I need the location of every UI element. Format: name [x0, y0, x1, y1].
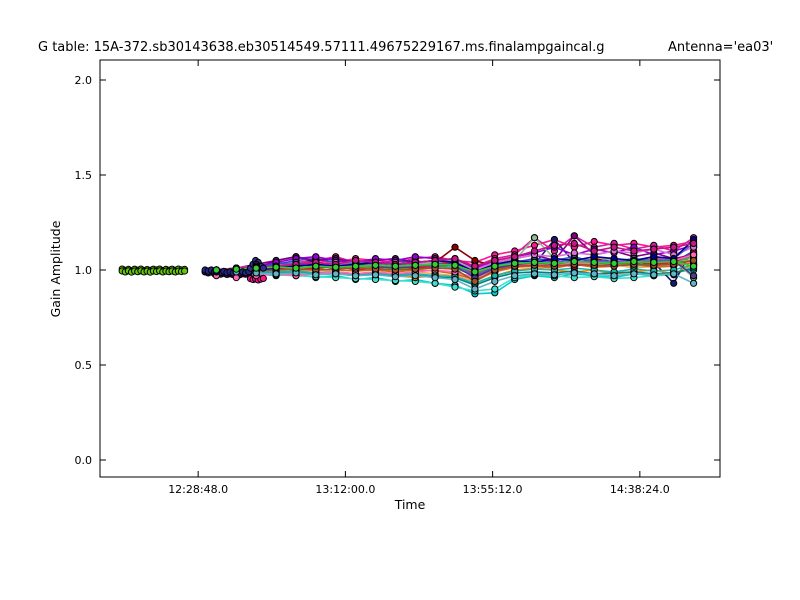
x-tick-label: 13:55:12.0: [463, 483, 523, 496]
data-point-marker: [259, 274, 267, 282]
data-point-marker: [630, 247, 638, 255]
data-point-marker: [451, 283, 459, 291]
data-point-marker: [650, 258, 658, 266]
data-point-marker: [252, 264, 260, 272]
data-point-marker: [312, 271, 320, 279]
data-point-marker: [670, 243, 678, 251]
data-point-marker: [670, 257, 678, 266]
data-point-marker: [411, 261, 419, 269]
data-point-marker: [550, 241, 559, 249]
data-point-marker: [431, 274, 439, 282]
data-point-marker: [670, 279, 678, 287]
data-point-marker: [630, 257, 638, 266]
x-axis-label: Time: [394, 497, 426, 512]
data-point-marker: [570, 257, 578, 266]
data-point-marker: [471, 285, 479, 293]
data-point-marker: [259, 264, 267, 272]
data-point-marker: [590, 258, 598, 266]
data-point-marker: [312, 262, 320, 270]
data-point-marker: [690, 262, 698, 270]
data-point-marker: [181, 267, 189, 275]
data-point-marker: [471, 268, 479, 276]
data-point-marker: [530, 234, 539, 242]
y-tick-label: 1.0: [75, 264, 93, 277]
data-point-marker: [352, 272, 360, 280]
x-tick-label: 13:12:00.0: [315, 483, 375, 496]
series-markers-green-dense-2: [118, 267, 189, 276]
data-point-marker: [511, 259, 519, 267]
y-tick-label: 0.0: [75, 454, 93, 467]
data-point-marker: [371, 271, 380, 279]
data-point-marker: [570, 232, 578, 240]
data-point-marker: [352, 262, 360, 270]
data-point-marker: [550, 259, 559, 267]
data-point-marker: [431, 260, 439, 268]
data-point-marker: [511, 253, 519, 261]
data-point-marker: [530, 258, 539, 266]
data-point-marker: [272, 270, 280, 278]
data-point-marker: [451, 255, 459, 263]
data-point-marker: [630, 270, 638, 278]
data-point-marker: [610, 272, 618, 280]
data-point-marker: [530, 270, 539, 278]
antenna-label: Antenna='ea03': [668, 40, 773, 55]
data-point-marker: [491, 277, 499, 285]
data-point-marker: [451, 275, 459, 284]
data-point-marker: [391, 273, 399, 281]
y-axis-label: Gain Amplitude: [48, 220, 63, 317]
x-tick-label: 12:28:48.0: [168, 483, 228, 496]
data-point-marker: [471, 277, 479, 285]
plot-title: G table: 15A-372.sb30143638.eb30514549.5…: [38, 40, 605, 55]
data-point-marker: [650, 271, 658, 279]
data-point-marker: [530, 247, 539, 255]
plot-figure: 12:28:48.0 13:12:00.0 13:55:12.0 14:38:24.0…: [0, 0, 800, 600]
data-point-marker: [491, 285, 499, 293]
y-tick-label: 1.5: [75, 169, 93, 182]
data-point-marker: [451, 243, 459, 251]
data-point-marker: [590, 247, 598, 255]
data-point-marker: [511, 272, 519, 280]
data-point-marker: [610, 259, 618, 267]
data-point-marker: [272, 263, 280, 271]
gain-amplitude-chart: 12:28:48.0 13:12:00.0 13:55:12.0 14:38:24.0…: [38, 40, 773, 512]
data-point-marker: [411, 272, 419, 280]
x-tick-label: 14:38:24.0: [610, 483, 670, 496]
data-point-marker: [451, 261, 459, 269]
data-point-marker: [570, 239, 578, 247]
data-point-marker: [292, 264, 300, 272]
data-point-marker: [232, 265, 240, 273]
data-point-marker: [690, 272, 698, 280]
data-point-marker: [670, 270, 678, 278]
data-point-marker: [371, 261, 380, 269]
data-point-marker: [391, 262, 399, 270]
plot-data-area: [118, 232, 698, 298]
y-tick-label: 2.0: [75, 74, 93, 87]
data-point-marker: [550, 271, 559, 279]
data-point-marker: [650, 245, 658, 253]
data-point-marker: [690, 239, 698, 247]
data-point-marker: [690, 279, 698, 287]
data-point-marker: [570, 269, 578, 277]
data-point-marker: [332, 270, 340, 278]
data-point-marker: [610, 243, 618, 251]
data-point-marker: [590, 270, 598, 278]
data-point-marker: [491, 262, 499, 270]
data-point-marker: [212, 266, 220, 274]
y-tick-label: 0.5: [75, 359, 93, 372]
data-point-marker: [332, 263, 340, 271]
